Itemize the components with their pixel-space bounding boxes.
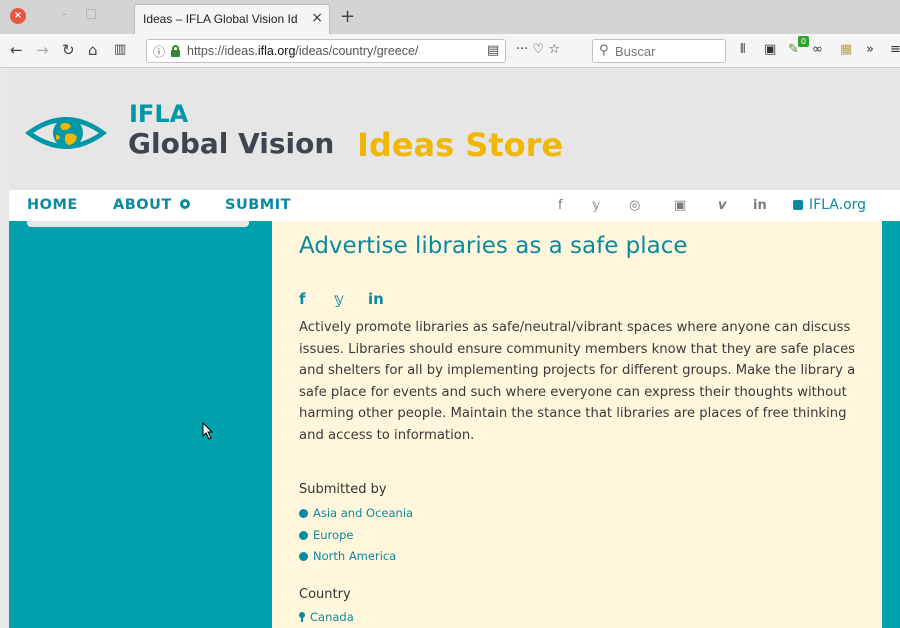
new-tab-button[interactable]: + (340, 6, 355, 27)
ifla-org-link[interactable]: IFLA.org (793, 197, 866, 213)
window-close-button[interactable]: × (10, 8, 26, 24)
country-link-canada[interactable]: Canada (299, 610, 354, 624)
share-twitter-icon[interactable]: 𝕪 (334, 290, 344, 308)
extension-badge: 0 (798, 36, 809, 47)
about-dropdown-icon (179, 199, 190, 209)
extension-icon[interactable]: ▣ (764, 42, 776, 57)
share-facebook-icon[interactable]: f (299, 290, 306, 308)
sidebar-tab (27, 221, 249, 227)
lock-icon (171, 45, 180, 57)
country-name: Canada (310, 610, 354, 624)
region-link-europe[interactable]: Europe (299, 528, 353, 542)
vimeo-icon[interactable]: v (718, 198, 726, 213)
reload-icon[interactable]: ↻ (62, 41, 75, 59)
info-icon[interactable]: ⓘ (153, 43, 165, 60)
linkedin-icon[interactable]: in (753, 198, 767, 213)
ifla-square-icon (793, 200, 803, 210)
menu-item-about[interactable]: ABOUT (113, 197, 190, 213)
region-label: Asia and Oceania (313, 506, 414, 520)
extension-glasses-icon[interactable]: ∞ (812, 42, 823, 57)
idea-content: Advertise libraries as a safe place f 𝕪 … (272, 221, 882, 628)
facebook-icon[interactable]: f (558, 198, 563, 213)
share-linkedin-icon[interactable]: in (368, 290, 384, 308)
idea-title: Advertise libraries as a safe place (299, 233, 688, 259)
globe-icon (299, 509, 308, 518)
globe-icon (299, 531, 308, 540)
region-link-asia[interactable]: Asia and Oceania (299, 506, 413, 520)
library-icon[interactable]: ⫴ (740, 42, 745, 57)
tab-title: Ideas – IFLA Global Vision Id (143, 12, 298, 26)
main-menu: HOME ABOUT SUBMIT f 𝕪 ◎ ▣ v in IFLA.org (9, 190, 900, 221)
browser-navbar: ← → ↻ ⌂ ▥ ⓘ https://ideas.ifla.org/ideas… (0, 34, 900, 68)
overflow-icon[interactable]: » (866, 42, 874, 57)
menu-icon[interactable]: ≡ (890, 42, 900, 57)
globe-icon (299, 552, 308, 561)
submitted-by-label: Submitted by (299, 482, 387, 497)
logo-ideas-store-text: Ideas Store (357, 126, 564, 164)
site-header: IFLA Global Vision Ideas Store (9, 69, 900, 190)
logo-global-vision-text: Global Vision (128, 127, 335, 160)
forward-icon[interactable]: → (36, 41, 49, 59)
map-pin-icon (299, 612, 305, 622)
sidebar-icon[interactable]: ▥ (114, 41, 126, 59)
menu-item-submit[interactable]: SUBMIT (225, 197, 291, 213)
browser-tab[interactable]: Ideas – IFLA Global Vision Id × (134, 4, 330, 34)
reader-view-icon[interactable]: ▤ (487, 43, 499, 58)
home-icon[interactable]: ⌂ (88, 41, 98, 59)
search-placeholder: Buscar (615, 44, 656, 59)
ifla-eye-logo-icon[interactable] (23, 107, 109, 159)
country-label: Country (299, 587, 351, 602)
browser-titlebar: × – Ideas – IFLA Global Vision Id × + (0, 0, 900, 34)
region-link-north-america[interactable]: North America (299, 549, 396, 563)
search-input[interactable]: ⚲ Buscar (592, 39, 726, 63)
tab-close-icon[interactable]: × (311, 10, 323, 26)
url-text: https://ideas.ifla.org/ideas/country/gre… (187, 44, 419, 58)
logo-ifla-text: IFLA (129, 100, 189, 128)
window-maximize-button[interactable] (86, 9, 96, 19)
twitter-icon[interactable]: 𝕪 (592, 198, 600, 213)
url-bar[interactable]: ⓘ https://ideas.ifla.org/ideas/country/g… (146, 39, 506, 63)
search-icon: ⚲ (599, 43, 609, 58)
region-label: Europe (313, 528, 354, 542)
web-page: IFLA Global Vision Ideas Store HOME ABOU… (9, 69, 900, 628)
extension-notes-icon[interactable]: ▦ (840, 42, 852, 57)
region-label: North America (313, 549, 397, 563)
menu-item-home[interactable]: HOME (27, 197, 78, 213)
ifla-org-label: IFLA.org (809, 197, 867, 213)
idea-description: Actively promote libraries as safe/neutr… (299, 320, 856, 443)
mouse-pointer-icon (202, 422, 214, 440)
instagram-icon[interactable]: ◎ (629, 198, 640, 213)
page-actions-icon[interactable]: ··· ♡ ☆ (516, 42, 560, 57)
window-minimize-button[interactable]: – (62, 10, 72, 20)
menu-item-about-label: ABOUT (113, 197, 172, 213)
back-icon[interactable]: ← (10, 41, 23, 59)
youtube-icon[interactable]: ▣ (674, 198, 686, 213)
